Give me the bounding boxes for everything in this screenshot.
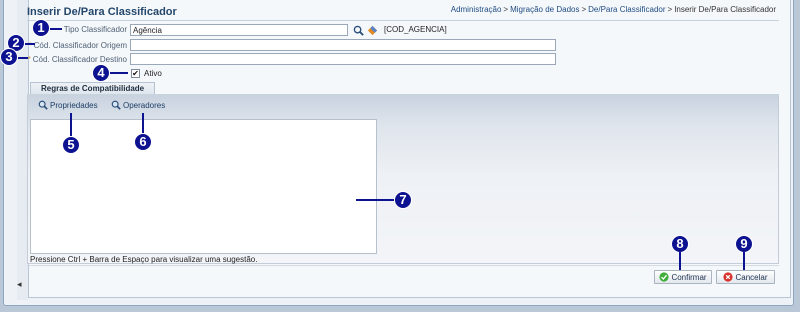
- check-icon: [659, 272, 670, 282]
- cancel-icon: [723, 272, 734, 282]
- search-icon: [111, 100, 121, 110]
- callout-leader: [110, 72, 128, 74]
- callout-marker: 5: [62, 136, 80, 154]
- breadcrumb-current: Inserir De/Para Classificador: [674, 5, 776, 14]
- breadcrumb: Administração > Migração de Dados > De/Para …: [450, 5, 776, 14]
- breadcrumb-link-depara[interactable]: De/Para Classificador: [588, 5, 665, 14]
- tipo-classificador-input[interactable]: Agência: [130, 24, 348, 36]
- destino-input[interactable]: [130, 53, 556, 65]
- callout-marker: 9: [735, 235, 753, 253]
- propriedades-label: Propriedades: [50, 100, 98, 110]
- cancel-label: Cancelar: [735, 272, 768, 282]
- operadores-label: Operadores: [123, 100, 166, 110]
- destino-label: * Cód. Classificador Destino: [27, 55, 127, 64]
- callout-leader: [356, 199, 394, 201]
- eraser-icon[interactable]: [367, 25, 378, 36]
- confirm-button[interactable]: Confirmar: [654, 270, 712, 284]
- callout-leader: [743, 252, 745, 270]
- origem-input[interactable]: [130, 39, 556, 51]
- callout-marker: 7: [394, 191, 412, 209]
- operadores-button[interactable]: Operadores: [111, 100, 165, 110]
- callout-leader: [142, 113, 144, 134]
- breadcrumb-link-administracao[interactable]: Administração: [451, 5, 502, 14]
- callout-marker: 4: [92, 64, 110, 82]
- callout-leader: [70, 113, 72, 137]
- propriedades-button[interactable]: Propriedades: [38, 100, 98, 110]
- callout-marker: 3: [0, 48, 18, 66]
- origem-label: * Cód. Classificador Origem: [28, 41, 128, 50]
- callout-leader: [50, 28, 62, 30]
- regras-editor[interactable]: [30, 119, 377, 254]
- confirm-label: Confirmar: [671, 272, 707, 282]
- collapse-arrow-icon[interactable]: ◂: [17, 280, 27, 290]
- title-divider: [27, 20, 779, 21]
- breadcrumb-link-migracao[interactable]: Migração de Dados: [510, 5, 579, 14]
- callout-marker: 8: [671, 235, 689, 253]
- footer-divider: [27, 265, 779, 266]
- cancel-button[interactable]: Cancelar: [716, 270, 775, 284]
- callout-leader: [25, 43, 35, 45]
- tab-regras-compatibilidade[interactable]: Regras de Compatibilidade: [30, 82, 156, 94]
- ativo-label: Ativo: [144, 69, 162, 78]
- required-marker: *: [27, 55, 31, 64]
- callout-marker: 6: [134, 133, 152, 151]
- callout-leader: [18, 57, 28, 59]
- ativo-checkbox[interactable]: ✔: [131, 69, 140, 78]
- tipo-classificador-code: [COD_AGENCIA]: [384, 25, 447, 34]
- editor-hint: Pressione Ctrl + Barra de Espaço para vi…: [30, 255, 258, 264]
- page-title: Inserir De/Para Classificador: [27, 6, 177, 18]
- callout-marker: 1: [32, 19, 50, 37]
- search-icon: [38, 100, 48, 110]
- callout-leader: [679, 252, 681, 270]
- search-icon[interactable]: [353, 25, 364, 36]
- tipo-classificador-label: Tipo Classificador: [63, 25, 127, 34]
